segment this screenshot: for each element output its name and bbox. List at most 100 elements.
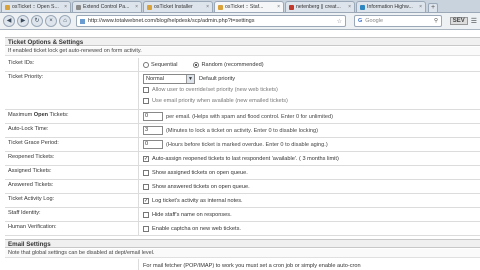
captcha-checkbox[interactable] [143,225,149,232]
option-label: Random (recommended) [201,61,264,68]
activity-log-checkbox[interactable]: ✓ [143,197,149,204]
reload-icon: ↻ [34,18,40,24]
bookmark-star-icon[interactable]: ☆ [337,18,342,25]
reopened-checkbox[interactable]: ✓ [143,155,149,162]
field-label: Ticket Priority: [5,72,139,109]
row-answered-tickets: Answered Tickets: Show answered tickets … [5,180,480,194]
assigned-checkbox[interactable] [143,169,149,176]
address-bar[interactable]: http://www.totalwebnet.com/blog/helpdesk… [76,15,346,27]
home-button[interactable]: ⌂ [59,15,71,27]
search-icon[interactable]: ⚲ [434,18,438,24]
menu-icon[interactable]: ☰ [471,17,477,25]
radio-random[interactable] [193,61,200,68]
site-favicon-icon [147,4,152,10]
row-reopened-tickets: Reopened Tickets: ✓ Auto-assign reopened… [5,152,480,166]
close-icon[interactable]: × [419,4,422,10]
priority-suffix: Default priority [199,75,236,82]
stop-icon: × [49,18,53,24]
browser-tab[interactable]: Information Highw... × [356,1,426,12]
row-auto-lock-time: Auto-Lock Time: 3 (Minutes to lock a tic… [5,124,480,138]
browser-nav-bar: ◀ ▶ ↻ × ⌂ http://www.totalwebnet.com/blo… [0,13,480,30]
row-human-verification: Human Verification: Enable captcha on ne… [5,222,480,236]
arrow-right-icon: ▶ [20,18,26,24]
help-text: (Hours before ticket is marked overdue. … [166,141,328,148]
checkbox-label: Show assigned tickets on open queue. [152,169,248,176]
forward-button[interactable]: ▶ [17,15,29,27]
browser-tab[interactable]: Extend Control Pa... × [72,1,142,12]
chevron-down-icon: ▼ [186,74,194,83]
close-icon[interactable]: × [277,4,280,10]
field-label: Maximum Open Tickets: [5,110,139,123]
close-icon[interactable]: × [206,4,209,10]
field-label: Ticket IDs: [5,58,139,71]
ticket-settings-header: Ticket Options & Settings [5,37,480,46]
site-favicon-icon [289,4,294,10]
row-assigned-tickets: Assigned Tickets: Show assigned tickets … [5,166,480,180]
field-label: Ticket Activity Log: [5,194,139,207]
page-content: Ticket Options & Settings If enabled tic… [0,31,480,270]
checkbox-label: Allow user to override/set priority (new… [152,86,278,93]
row-ticket-ids: Ticket IDs: Sequential Random (recommend… [5,58,480,72]
priority-select[interactable]: Normal ▼ [143,73,195,84]
stop-button[interactable]: × [45,15,57,27]
field-label: Auto-Lock Time: [5,124,139,137]
checkbox-label: Log ticket's activity as internal notes. [152,197,243,204]
search-box[interactable]: G Google ⚲ [354,15,442,27]
row-grace-period: Ticket Grace Period: 0 (Hours before tic… [5,138,480,152]
allow-user-priority-checkbox[interactable] [143,86,149,93]
row-ticket-priority: Ticket Priority: Normal ▼ Default priori… [5,72,480,110]
browser-tab[interactable]: osTicket Installer × [143,1,213,12]
checkbox-label: Show answered tickets on open queue. [152,183,250,190]
option-label: Sequential [151,61,178,68]
staff-identity-checkbox[interactable] [143,211,149,218]
google-icon: G [358,18,363,24]
row-max-open-tickets: Maximum Open Tickets: 0 per email. (Help… [5,110,480,124]
auto-lock-input[interactable]: 3 [143,126,163,135]
browser-tab-active[interactable]: osTicket :: Staf... × [214,1,284,12]
close-icon[interactable]: × [135,4,138,10]
checkbox-label: Auto-assign reopened tickets to last res… [152,155,339,162]
url-text: http://www.totalwebnet.com/blog/helpdesk… [88,18,255,24]
radio-sequential[interactable] [143,61,149,68]
field-label: Ticket Grace Period: [5,138,139,151]
help-text: (Minutes to lock a ticket on activity. E… [166,127,318,134]
checkbox-label: Enable captcha on new web tickets. [152,225,241,232]
ticket-settings-note: If enabled ticket lock get auto-renewed … [5,47,480,56]
row-staff-identity: Staff Identity: Hide staff's name on res… [5,208,480,222]
use-email-priority-checkbox[interactable] [143,97,149,104]
row-activity-log: Ticket Activity Log: ✓ Log ticket's acti… [5,194,480,208]
browser-tab-strip: osTicket :: Open S... × Extend Control Pa… [0,0,480,13]
site-favicon-icon [76,4,81,10]
browser-tab[interactable]: osTicket :: Open S... × [1,1,71,12]
site-favicon-icon [218,4,223,10]
site-favicon-icon [5,4,10,10]
help-text: per email. (Helps with spam and flood co… [166,113,333,120]
email-settings-note: Note that global settings can be disable… [5,249,480,258]
search-placeholder: Google [365,18,384,24]
new-tab-button[interactable]: + [428,3,438,12]
max-open-input[interactable]: 0 [143,112,163,121]
grace-period-input[interactable]: 0 [143,140,163,149]
help-text: For mail fetcher (POP/IMAP) to work you … [143,262,361,269]
field-label: Reopened Tickets: [5,152,139,165]
back-button[interactable]: ◀ [3,15,15,27]
close-icon[interactable]: × [64,4,67,10]
email-settings-header: Email Settings [5,239,480,248]
reload-button[interactable]: ↻ [31,15,43,27]
priority-selected-value: Normal [146,75,165,82]
arrow-left-icon: ◀ [6,18,12,24]
browser-tab[interactable]: netenberg || creat... × [285,1,355,12]
field-label: Answered Tickets: [5,180,139,193]
answered-checkbox[interactable] [143,183,149,190]
home-icon: ⌂ [63,18,67,24]
field-label: Staff Identity: [5,208,139,221]
site-favicon-icon [80,18,85,24]
checkbox-label: Hide staff's name on responses. [152,211,232,218]
close-icon[interactable]: × [348,4,351,10]
sev-button[interactable]: SEV [449,17,468,25]
checkbox-label: Use email priority when available (new e… [152,97,288,104]
field-label: Human Verification: [5,222,139,235]
field-label: Assigned Tickets: [5,166,139,179]
site-favicon-icon [360,4,365,10]
field-label [5,259,139,270]
